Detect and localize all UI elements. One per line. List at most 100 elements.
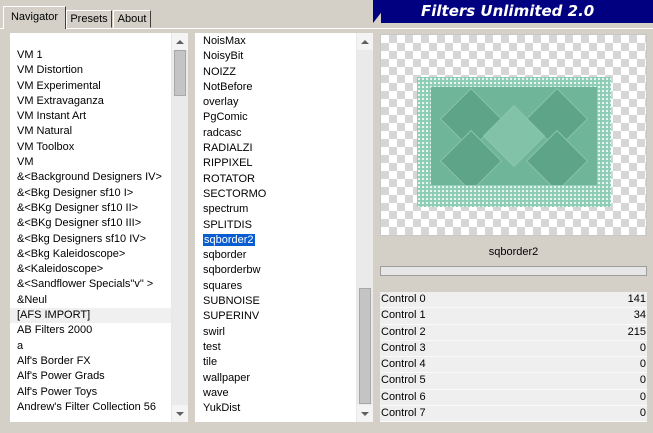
filter-item[interactable]: sqborderbw bbox=[195, 263, 356, 278]
preview-image-center bbox=[431, 87, 597, 185]
filter-item[interactable]: wallpaper bbox=[195, 371, 356, 386]
category-item[interactable]: Andrew's Filter Collection 56 bbox=[10, 400, 171, 415]
control-slider[interactable]: Control 2 215 bbox=[380, 324, 647, 341]
filter-scrollbar[interactable] bbox=[356, 33, 373, 422]
category-item[interactable]: &Neul bbox=[10, 293, 171, 308]
filter-item[interactable]: overlay bbox=[195, 95, 356, 110]
filter-item-label: radcasc bbox=[203, 126, 242, 139]
category-item[interactable]: a bbox=[10, 339, 171, 354]
category-item[interactable]: Alf's Border FX bbox=[10, 354, 171, 369]
filter-item-label: overlay bbox=[203, 96, 239, 109]
control-slider[interactable]: Control 1 34 bbox=[380, 308, 647, 325]
filter-item-label: sqborderbw bbox=[203, 264, 261, 277]
filter-item[interactable]: squares bbox=[195, 279, 356, 294]
filter-item[interactable]: NOIZZ bbox=[195, 65, 356, 80]
category-item[interactable]: &<Bkg Designers sf10 IV> bbox=[10, 232, 171, 247]
category-item[interactable]: &<Kaleidoscope> bbox=[10, 262, 171, 277]
filter-item-label: SPLITDIS bbox=[203, 218, 252, 231]
filter-item-label: NoisyBit bbox=[203, 50, 244, 63]
control-slider[interactable]: Control 6 0 bbox=[380, 389, 647, 407]
category-list[interactable]: VM 1 VM Distortion VM Experimental VM Extra… bbox=[10, 33, 188, 422]
filter-scroll-up-button[interactable] bbox=[357, 33, 373, 50]
filter-item-label: RIPPIXEL bbox=[203, 157, 253, 170]
filter-item-selected[interactable]: sqborder2 bbox=[195, 233, 356, 248]
category-list-viewport: VM 1 VM Distortion VM Experimental VM Extra… bbox=[10, 33, 171, 422]
controls-panel: Control 0 141 Control 1 34 Control 2 215 Contr… bbox=[380, 292, 647, 423]
category-item[interactable]: VM Natural bbox=[10, 124, 171, 139]
preview-area[interactable] bbox=[380, 34, 647, 236]
control-value: 0 bbox=[639, 358, 646, 371]
filter-item[interactable]: spectrum bbox=[195, 202, 356, 217]
category-item[interactable]: VM Toolbox bbox=[10, 140, 171, 155]
filter-item[interactable]: NoisyBit bbox=[195, 49, 356, 64]
filter-item[interactable]: radcasc bbox=[195, 126, 356, 141]
category-scroll-thumb[interactable] bbox=[174, 50, 186, 96]
filter-item-label: SUPERINV bbox=[203, 310, 260, 323]
filter-item[interactable]: SUBNOISE bbox=[195, 294, 356, 309]
control-label: Control 2 bbox=[381, 325, 426, 338]
filter-item[interactable]: wave bbox=[195, 386, 356, 401]
filter-item[interactable]: ROTATOR bbox=[195, 172, 356, 187]
filter-list[interactable]: NoisMax NoisyBit NOIZZ NotBefore overlay PgCo… bbox=[195, 33, 373, 422]
filter-item-label: NOIZZ bbox=[203, 65, 236, 78]
filter-item[interactable]: sqborder bbox=[195, 248, 356, 263]
category-item[interactable]: Alf's Power Grads bbox=[10, 369, 171, 384]
control-slider[interactable]: Control 5 0 bbox=[380, 373, 647, 390]
category-scroll-up-button[interactable] bbox=[172, 33, 188, 50]
category-item[interactable]: VM Instant Art bbox=[10, 109, 171, 124]
category-item[interactable]: [AFS IMPORT] bbox=[10, 308, 171, 324]
category-rows: VM 1 VM Distortion VM Experimental VM Extra… bbox=[10, 33, 171, 415]
control-label: Control 5 bbox=[381, 374, 426, 387]
tab-presets[interactable]: Presets bbox=[66, 10, 112, 28]
bottom-button-strip bbox=[0, 424, 653, 433]
filter-item-label: wallpaper bbox=[203, 371, 251, 384]
category-scroll-down-button[interactable] bbox=[172, 405, 188, 422]
category-item[interactable]: &<BKg Designer sf10 II> bbox=[10, 201, 171, 216]
control-slider[interactable]: Control 7 0 bbox=[380, 406, 647, 423]
filter-item[interactable]: NoisMax bbox=[195, 34, 356, 49]
arrow-up-icon bbox=[176, 39, 184, 44]
tab-divider bbox=[0, 28, 653, 29]
category-item[interactable]: &<BKg Designer sf10 III> bbox=[10, 216, 171, 231]
category-item[interactable]: &<Background Designers IV> bbox=[10, 170, 171, 185]
category-item[interactable]: VM 1 bbox=[10, 48, 171, 63]
category-item[interactable]: VM Experimental bbox=[10, 79, 171, 94]
control-label: Control 4 bbox=[381, 358, 426, 371]
filter-item[interactable]: test bbox=[195, 340, 356, 355]
filter-item-label: PgComic bbox=[203, 111, 248, 124]
filter-item[interactable]: swirl bbox=[195, 325, 356, 340]
filter-scroll-down-button[interactable] bbox=[357, 405, 373, 422]
filter-item[interactable]: SPLITDIS bbox=[195, 218, 356, 233]
filter-item-label: tile bbox=[203, 356, 218, 369]
filter-item[interactable]: tile bbox=[195, 355, 356, 370]
tab-about[interactable]: About bbox=[113, 10, 151, 28]
control-slider[interactable]: Control 4 0 bbox=[380, 357, 647, 374]
control-value: 141 bbox=[627, 293, 646, 305]
category-item[interactable]: VM bbox=[10, 155, 171, 170]
category-item[interactable]: &<Sandflower Specials"v" > bbox=[10, 277, 171, 292]
control-slider[interactable]: Control 0 141 bbox=[380, 292, 647, 309]
filter-item[interactable]: YukDist bbox=[195, 401, 356, 416]
filter-item-label: NoisMax bbox=[203, 35, 246, 47]
filter-item[interactable]: PgComic bbox=[195, 110, 356, 125]
category-scrollbar[interactable] bbox=[171, 33, 188, 422]
filter-item[interactable]: NotBefore bbox=[195, 80, 356, 95]
filter-item-label: wave bbox=[203, 386, 229, 399]
filter-item[interactable]: SECTORMO bbox=[195, 187, 356, 202]
category-item[interactable]: Alf's Power Toys bbox=[10, 385, 171, 400]
category-item[interactable]: VM Extravaganza bbox=[10, 94, 171, 109]
tab-navigator[interactable]: Navigator bbox=[3, 6, 66, 29]
filter-scroll-thumb[interactable] bbox=[359, 288, 371, 404]
filter-item[interactable]: RADIALZI bbox=[195, 141, 356, 156]
category-item[interactable]: &<Bkg Designer sf10 I> bbox=[10, 186, 171, 201]
filter-item-label: sqborder bbox=[203, 249, 247, 262]
filter-item[interactable]: SUPERINV bbox=[195, 309, 356, 324]
banner-title: Filters Unlimited 2.0 bbox=[421, 2, 595, 20]
control-value: 0 bbox=[639, 407, 646, 420]
category-item[interactable]: AB Filters 2000 bbox=[10, 323, 171, 338]
category-item[interactable]: &<Bkg Kaleidoscope> bbox=[10, 247, 171, 262]
app-banner: Filters Unlimited 2.0 bbox=[381, 0, 653, 23]
control-slider[interactable]: Control 3 0 bbox=[380, 340, 647, 358]
filter-item[interactable]: RIPPIXEL bbox=[195, 156, 356, 171]
category-item[interactable]: VM Distortion bbox=[10, 63, 171, 78]
